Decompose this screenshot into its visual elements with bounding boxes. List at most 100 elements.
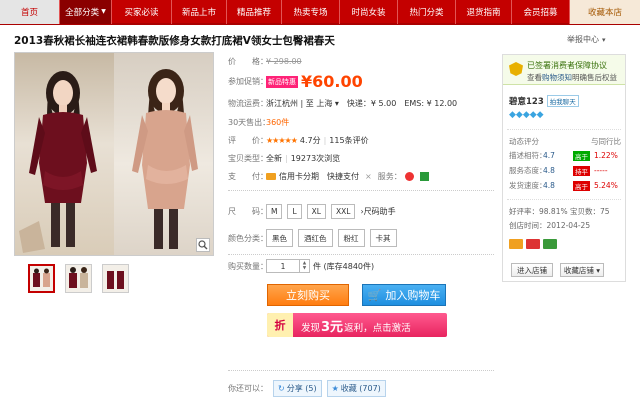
thumbnail-2[interactable] xyxy=(65,264,92,293)
rating-key: 发货速度： xyxy=(509,181,547,190)
rating-value: 4.8 xyxy=(543,166,555,175)
thumbnail-3[interactable] xyxy=(102,264,129,293)
divider: | xyxy=(285,154,288,163)
service-label: 服务： xyxy=(377,172,402,181)
promo-row: 参加促销： 新品特惠 ¥60.00 xyxy=(228,72,494,91)
nav-item-categories[interactable]: 热门分类 xyxy=(398,0,456,24)
shop-created: 创店时间：2012-04-25 xyxy=(509,221,591,230)
shop-name[interactable]: 碧意123 拍我聊天 xyxy=(509,95,579,107)
rating-compare-badge: 高于 xyxy=(573,180,590,191)
model-pink-dress-image xyxy=(132,69,198,249)
shipping-value[interactable]: 浙江杭州 | 至 上海 ▾ 快递：¥ 5.00 EMS: ¥ 12.00 xyxy=(266,98,457,109)
top-nav: 首页 全部分类 ▼ 买家必读 新品上市 精品推荐 热卖专场 时尚女装 热门分类 … xyxy=(0,0,640,25)
shipping-label: 物流运费： xyxy=(228,99,268,108)
price-row: 价 格： ¥ 298.00 xyxy=(228,56,494,67)
service-badge-icon xyxy=(543,239,557,249)
service-icon xyxy=(404,172,414,181)
thumbnail-1[interactable] xyxy=(28,264,55,293)
share-button[interactable]: ↻ 分享 (5) xyxy=(273,380,322,397)
cashback-suffix: 返利，点击激活 xyxy=(344,322,411,334)
nav-item-fashion[interactable]: 时尚女装 xyxy=(340,0,398,24)
color-option-pink[interactable]: 粉红 xyxy=(337,229,365,247)
rating-key: 描述相符： xyxy=(509,151,547,160)
collect-button[interactable]: ★ 收藏 (707) xyxy=(326,380,386,397)
star-rating-icon: ★★★★★ xyxy=(266,136,298,145)
report-center-link[interactable]: 举报中心 ▾ xyxy=(567,34,606,45)
close-icon[interactable]: × xyxy=(365,172,372,181)
payment-row: 支 付： 信用卡分期 快捷支付 × 服务： xyxy=(228,171,494,182)
model-photo-right xyxy=(114,53,213,255)
sold-count: 360件 xyxy=(266,118,290,127)
review-count-link[interactable]: 115条评价 xyxy=(329,135,368,146)
nav-home[interactable]: 首页 xyxy=(0,0,60,24)
cashback-prefix: 发现 xyxy=(301,322,321,334)
zoom-icon[interactable] xyxy=(196,238,210,252)
model-burgundy-dress-image xyxy=(19,71,97,253)
nav-item-returns[interactable]: 退货指南 xyxy=(456,0,512,24)
nav-item-buyer-guide[interactable]: 买家必读 xyxy=(112,0,172,24)
size-helper-label: 尺码助手 xyxy=(363,207,396,216)
nav-all-categories[interactable]: 全部分类 ▼ xyxy=(60,0,112,24)
color-option-wine[interactable]: 酒红色 xyxy=(298,229,333,247)
shield-badge-icon xyxy=(526,239,540,249)
nav-item-recommend[interactable]: 精品推荐 xyxy=(227,0,282,24)
promo-price: ¥60.00 xyxy=(301,72,363,91)
shopping-notice-link[interactable]: 购物须知 xyxy=(542,73,572,82)
chevron-down-icon: ▾ xyxy=(602,36,606,44)
stock-info: 件 (库存4840件) xyxy=(313,261,375,271)
favorite-shop-button[interactable]: 收藏本店 xyxy=(570,0,640,24)
size-option-xl[interactable]: XL xyxy=(306,204,326,219)
type-value: 全新 xyxy=(266,154,282,163)
divider xyxy=(228,254,494,255)
seller-panel: 已签署消费者保障协议 查看购物须知明确售后权益 碧意123 拍我聊天 ◆◆◆◆◆… xyxy=(502,54,626,282)
good-rate: 好评率：98.81% xyxy=(509,207,568,216)
nav-item-hot[interactable]: 热卖专场 xyxy=(282,0,340,24)
sold-label: 30天售出： xyxy=(228,118,271,127)
quantity-input[interactable]: 1 xyxy=(266,259,300,273)
add-to-cart-button[interactable]: 🛒 加入购物车 xyxy=(362,284,446,306)
arrow-down-icon[interactable]: ▼ xyxy=(303,266,306,271)
rating-header: 动态评分 与同行比 xyxy=(509,136,621,147)
price-label: 价 格： xyxy=(228,57,268,66)
quantity-stepper[interactable]: 1 ▲ ▼ xyxy=(266,259,310,273)
color-option-black[interactable]: 黑色 xyxy=(266,229,293,247)
divider xyxy=(507,199,621,200)
rating-row-service: 服务态度： 4.8 持平 ----- xyxy=(509,165,623,176)
cart-icon: 🛒 xyxy=(367,288,382,302)
rating-value: 4.8 xyxy=(543,181,555,190)
rating-percent: 5.24% xyxy=(594,181,618,190)
shipping-row: 物流运费： 浙江杭州 | 至 上海 ▾ 快递：¥ 5.00 EMS: ¥ 12.… xyxy=(228,98,494,109)
nav-item-members[interactable]: 会员招募 xyxy=(512,0,570,24)
original-price: ¥ 298.00 xyxy=(266,57,302,66)
buy-now-button[interactable]: 立刻购买 xyxy=(267,284,349,306)
product-main-image[interactable] xyxy=(14,52,214,256)
nav-item-new[interactable]: 新品上市 xyxy=(172,0,227,24)
cashback-banner[interactable]: 折 发现3元返利，点击激活 xyxy=(267,313,447,337)
payment-value: 信用卡分期 快捷支付 xyxy=(279,172,359,181)
quantity-arrows[interactable]: ▲ ▼ xyxy=(300,259,310,273)
consumer-guarantee[interactable]: 已签署消费者保障协议 查看购物须知明确售后权益 xyxy=(503,55,625,85)
type-row: 宝贝类型： 全新 | 19273次浏览 xyxy=(228,153,494,164)
color-option-khaki[interactable]: 卡其 xyxy=(369,229,397,247)
enter-shop-button[interactable]: 进入店铺 xyxy=(511,263,553,277)
chat-button[interactable]: 拍我聊天 xyxy=(546,95,579,107)
guarantee-title: 已签署消费者保障协议 xyxy=(527,61,607,70)
collect-label-text: 收藏 (707) xyxy=(340,384,381,393)
report-center-label: 举报中心 xyxy=(567,35,599,44)
sold-row: 30天售出： 360件 xyxy=(228,117,494,128)
guarantee-subtitle: 查看购物须知明确售后权益 xyxy=(527,72,617,83)
rating-value: 4.7 xyxy=(543,151,555,160)
shop-stats: 好评率：98.81% 宝贝数：75 xyxy=(509,206,610,217)
shop-name-text: 碧意123 xyxy=(509,97,544,107)
favorite-shop-dropdown[interactable]: 收藏店铺 ▾ xyxy=(560,263,604,277)
divider: | xyxy=(323,136,327,145)
size-option-l[interactable]: L xyxy=(287,204,302,219)
share-label-text: 分享 (5) xyxy=(286,384,317,393)
type-label: 宝贝类型： xyxy=(228,154,268,163)
size-helper-link[interactable]: ›尺码助手 xyxy=(360,206,395,217)
product-title: 2013春秋裙长袖连衣裙韩春款版修身女款打底裙V领女士包臀裙春天 xyxy=(14,35,335,47)
size-option-m[interactable]: M xyxy=(266,204,283,219)
shop-badges xyxy=(509,239,557,249)
share-icon: ↻ xyxy=(278,384,285,393)
size-option-xxl[interactable]: XXL xyxy=(331,204,356,219)
